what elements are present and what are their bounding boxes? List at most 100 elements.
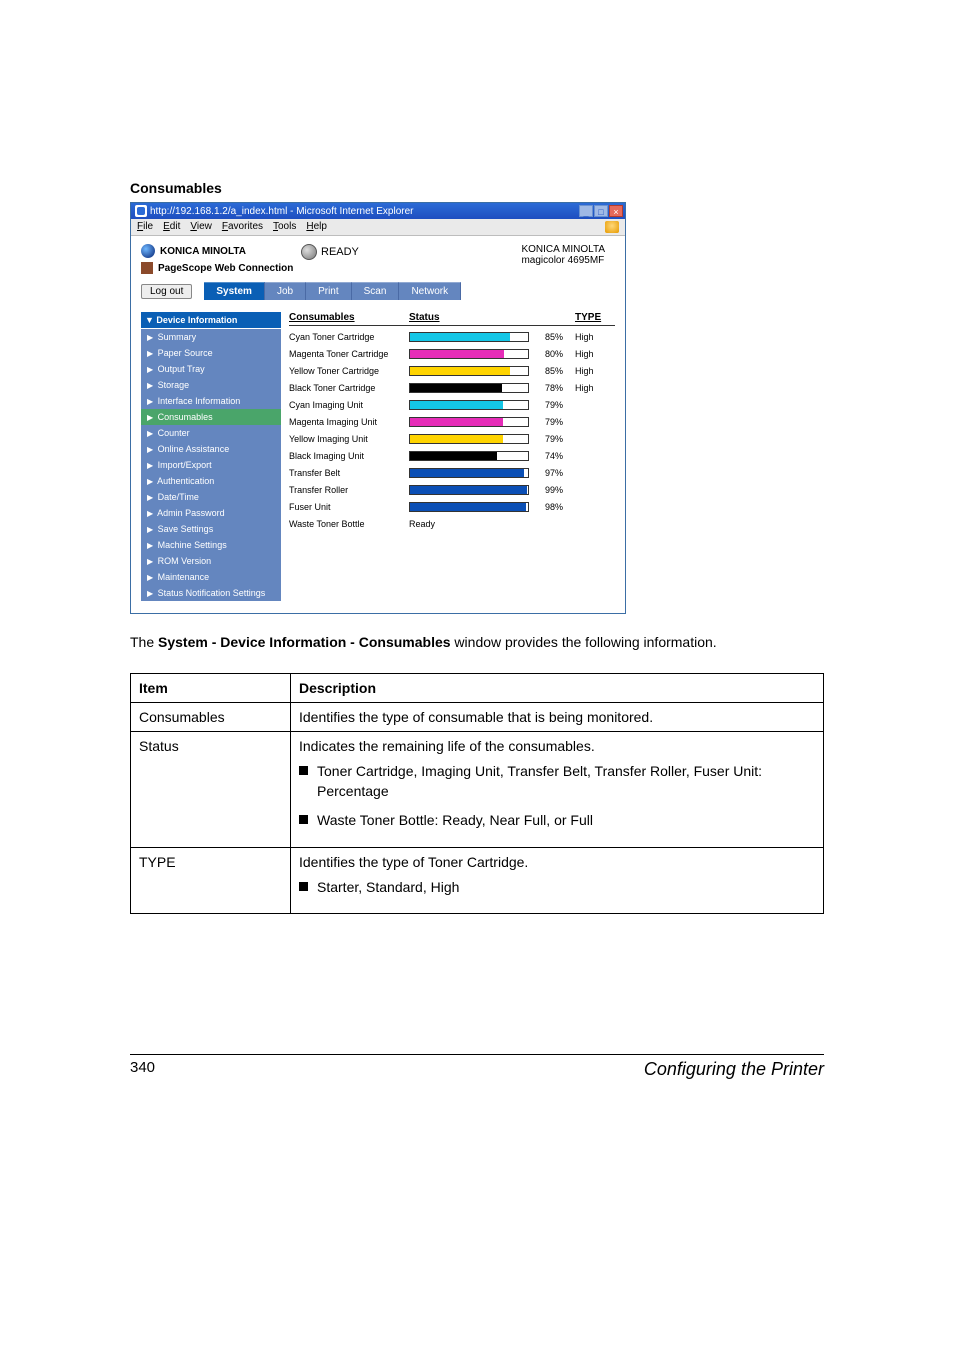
col-consumables: Consumables [289,312,409,323]
sidebar-header[interactable]: ▼ Device Information [141,312,281,328]
status-bullet-1: Toner Cartridge, Imaging Unit, Transfer … [299,762,815,801]
status-bar [409,332,529,342]
consumable-status: Ready [409,519,575,529]
consumable-name: Waste Toner Bottle [289,519,409,529]
menu-favorites[interactable]: Favorites [222,221,263,233]
window-close-button[interactable]: × [609,205,623,217]
tab-job[interactable]: Job [265,282,306,300]
cell-status-item: Status [131,732,291,848]
status-percent: 85% [535,332,563,342]
sidebar: ▼ Device Information ▶ Summary▶ Paper So… [141,312,281,601]
consumable-row: Magenta Toner Cartridge80%High [289,349,615,359]
status-bar [409,502,529,512]
cell-status-desc: Indicates the remaining life of the cons… [291,732,824,848]
tab-network[interactable]: Network [399,282,461,300]
brand-text: KONICA MINOLTA [160,246,246,257]
status-bar [409,349,529,359]
sidebar-item[interactable]: ▶ Admin Password [141,505,281,521]
consumable-name: Black Toner Cartridge [289,383,409,393]
tab-system[interactable]: System [204,282,265,300]
consumable-name: Yellow Toner Cartridge [289,366,409,376]
th-item: Item [131,674,291,703]
sidebar-item[interactable]: ▶ ROM Version [141,553,281,569]
main-tabs: System Job Print Scan Network [204,282,461,300]
caption-text: The System - Device Information - Consum… [130,632,824,653]
browser-menubar: File Edit View Favorites Tools Help [131,219,625,236]
status-percent: 98% [535,502,563,512]
window-minimize-button[interactable]: _ [579,205,593,217]
info-table: Item Description Consumables Identifies … [130,673,824,914]
status-bar [409,366,529,376]
status-bar [409,485,529,495]
consumable-status: 79% [409,434,575,444]
tab-scan[interactable]: Scan [352,282,400,300]
status-percent: 78% [535,383,563,393]
consumable-name: Black Imaging Unit [289,451,409,461]
window-title: http://192.168.1.2/a_index.html - Micros… [150,206,413,217]
consumable-name: Transfer Roller [289,485,409,495]
consumable-row: Transfer Belt 97% [289,468,615,478]
ready-label: READY [321,246,359,258]
status-percent: 79% [535,400,563,410]
status-bar [409,383,529,393]
app-header: KONICA MINOLTA PageScope Web Connection … [131,236,625,278]
sidebar-item[interactable]: ▶ Import/Export [141,457,281,473]
model-name: magicolor 4695MF [521,255,605,266]
sidebar-item[interactable]: ▶ Save Settings [141,521,281,537]
page-number: 340 [130,1059,155,1080]
status-percent: 85% [535,366,563,376]
consumable-status: 78% [409,383,575,393]
consumable-row: Fuser Unit 98% [289,502,615,512]
sidebar-item[interactable]: ▶ Machine Settings [141,537,281,553]
consumable-status: 98% [409,502,575,512]
consumable-name: Transfer Belt [289,468,409,478]
status-bar [409,468,529,478]
menu-view[interactable]: View [190,221,212,233]
sidebar-item[interactable]: ▶ Counter [141,425,281,441]
sidebar-item[interactable]: ▶ Summary [141,329,281,345]
sidebar-item[interactable]: ▶ Status Notification Settings [141,585,281,601]
consumable-type: High [575,332,615,342]
model-brand: KONICA MINOLTA [521,244,605,255]
consumable-status: 99% [409,485,575,495]
window-maximize-button[interactable]: □ [594,205,608,217]
consumable-name: Magenta Toner Cartridge [289,349,409,359]
sidebar-item[interactable]: ▶ Online Assistance [141,441,281,457]
menu-file[interactable]: File [137,221,153,233]
status-percent: 97% [535,468,563,478]
sidebar-item[interactable]: ▶ Consumables [141,409,281,425]
konica-globe-icon [141,244,155,258]
logout-button[interactable]: Log out [141,284,192,299]
consumables-panel: Consumables Status TYPE Cyan Toner Cartr… [289,312,615,601]
type-bullet-1: Starter, Standard, High [299,878,815,898]
window-titlebar: http://192.168.1.2/a_index.html - Micros… [131,203,625,219]
sidebar-item[interactable]: ▶ Maintenance [141,569,281,585]
menu-help[interactable]: Help [306,221,327,233]
consumable-name: Magenta Imaging Unit [289,417,409,427]
sidebar-item[interactable]: ▶ Date/Time [141,489,281,505]
status-percent: 79% [535,434,563,444]
consumable-name: Cyan Imaging Unit [289,400,409,410]
menu-edit[interactable]: Edit [163,221,180,233]
menu-tools[interactable]: Tools [273,221,296,233]
subbrand-text: PageScope Web Connection [158,263,293,274]
status-bar [409,451,529,461]
consumable-status: 79% [409,417,575,427]
cell-type-item: TYPE [131,847,291,914]
tab-print[interactable]: Print [306,282,352,300]
sidebar-item[interactable]: ▶ Storage [141,377,281,393]
consumable-type: High [575,349,615,359]
page-footer: 340 Configuring the Printer [130,1054,824,1080]
sidebar-item[interactable]: ▶ Output Tray [141,361,281,377]
consumable-name: Fuser Unit [289,502,409,512]
consumable-name: Yellow Imaging Unit [289,434,409,444]
sidebar-item[interactable]: ▶ Paper Source [141,345,281,361]
sidebar-item[interactable]: ▶ Authentication [141,473,281,489]
consumable-status: 97% [409,468,575,478]
th-desc: Description [291,674,824,703]
consumable-status: 85% [409,366,575,376]
ie-logo-icon [135,205,147,217]
sidebar-item[interactable]: ▶ Interface Information [141,393,281,409]
pagescope-icon [141,262,153,274]
cell-type-desc: Identifies the type of Toner Cartridge. … [291,847,824,914]
